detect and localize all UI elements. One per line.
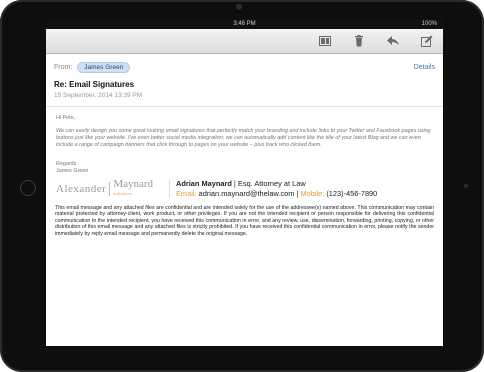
reply-icon[interactable] — [386, 34, 400, 48]
folder-move-icon[interactable] — [318, 34, 332, 48]
logo-text-left: Alexander — [56, 183, 107, 195]
body-paragraph: We can easily design you some great look… — [56, 128, 431, 148]
greeting: Hi Pete, — [56, 115, 76, 121]
message-body: Hi Pete, We can easily design you some g… — [46, 107, 443, 199]
logo-subtitle: solicitors — [113, 191, 132, 196]
camera — [236, 4, 242, 10]
message-date: 15 September, 2014 13:39 PM — [54, 92, 143, 99]
sensor — [464, 184, 468, 188]
mail-toolbar — [46, 29, 443, 54]
home-button[interactable] — [20, 180, 36, 196]
signature-mobile[interactable]: (123)-456-7890 — [324, 189, 377, 198]
signature-email[interactable]: adrian.maynard@thelaw.com | — [197, 189, 301, 198]
logo-right-block: Maynard solicitors — [113, 178, 154, 198]
battery-level: 100% — [421, 21, 437, 27]
signature-title: | Esq. Attorney at Law — [231, 179, 306, 188]
details-link[interactable]: Details — [414, 64, 435, 71]
mobile-label: Mobile: — [300, 189, 325, 198]
message-header: From: James Green Details Re: Email Sign… — [46, 54, 443, 107]
tablet-frame: 3:46 PM 100% From: James Green Details R… — [0, 0, 484, 372]
from-row: From: James Green Details — [54, 60, 435, 74]
status-time: 3:46 PM — [233, 21, 256, 27]
status-bar: 3:46 PM 100% — [46, 19, 443, 29]
message-subject: Re: Email Signatures — [54, 80, 135, 89]
mail-screen: 3:46 PM 100% From: James Green Details R… — [46, 19, 443, 346]
email-signature: Alexander Maynard solicitors Adrian Mayn… — [56, 179, 433, 199]
company-logo: Alexander Maynard solicitors — [56, 178, 170, 198]
signature-details: Adrian Maynard | Esq. Attorney at Law Em… — [176, 179, 377, 199]
regards-name: James Green — [56, 168, 89, 174]
logo-divider — [109, 182, 111, 196]
sender-chip[interactable]: James Green — [77, 61, 131, 73]
confidentiality-disclaimer: This email message and any attached file… — [55, 205, 434, 237]
regards: Regards — [56, 161, 77, 167]
from-label: From: — [54, 63, 73, 71]
signature-name: Adrian Maynard — [176, 179, 232, 188]
signature-name-line: Adrian Maynard | Esq. Attorney at Law — [176, 179, 377, 189]
compose-icon[interactable] — [420, 34, 434, 48]
email-label: Email: — [176, 189, 197, 198]
trash-icon[interactable] — [352, 34, 366, 48]
signature-contact-line: Email: adrian.maynard@thelaw.com | Mobil… — [176, 189, 377, 199]
logo-text-right: Maynard — [113, 178, 154, 190]
